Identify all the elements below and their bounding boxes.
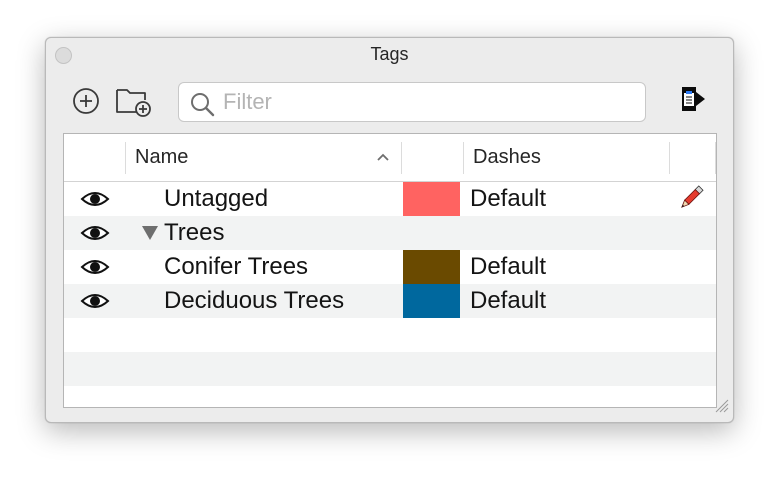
column-separator (669, 142, 670, 174)
column-header-dashes[interactable]: Dashes (473, 146, 541, 169)
tag-name: Conifer Trees (164, 253, 309, 280)
filter-input[interactable] (223, 87, 623, 117)
window-title: Tags (370, 44, 409, 64)
tag-name: Trees (164, 219, 225, 246)
column-separator (401, 142, 402, 174)
filter-search-field[interactable] (178, 82, 646, 122)
eye-icon[interactable] (80, 188, 110, 215)
dashes-value[interactable]: Default (470, 185, 546, 213)
add-folder-button[interactable] (114, 87, 154, 119)
empty-row (64, 318, 716, 352)
color-swatch[interactable] (403, 284, 460, 318)
column-separator (463, 142, 464, 174)
column-separator (125, 142, 126, 174)
table-row[interactable]: Untagged Default (64, 182, 716, 216)
column-header-name[interactable]: Name (135, 146, 188, 169)
eye-icon[interactable] (80, 222, 110, 249)
resize-grip-icon[interactable] (713, 397, 729, 418)
tag-name: Untagged (164, 185, 269, 212)
export-button[interactable] (676, 84, 710, 118)
table-row-group[interactable]: Trees (64, 216, 716, 250)
empty-row (64, 352, 716, 386)
folder-add-icon (115, 84, 153, 123)
search-icon (189, 91, 215, 122)
dashes-value[interactable]: Default (470, 287, 546, 315)
pencil-icon[interactable] (676, 183, 706, 218)
color-swatch[interactable] (403, 182, 460, 216)
eye-icon[interactable] (80, 290, 110, 317)
sort-ascending-icon (376, 149, 390, 167)
table-header: Name Dashes (64, 134, 716, 182)
export-arrow-icon (678, 84, 708, 119)
add-circle-icon (72, 87, 100, 120)
color-swatch[interactable] (403, 250, 460, 284)
tags-window: Tags Filter Name Dashes Untagged Default… (45, 37, 734, 423)
dashes-value[interactable]: Default (470, 253, 546, 281)
empty-row (64, 386, 716, 407)
add-tag-button[interactable] (70, 87, 102, 119)
column-separator (715, 142, 716, 174)
disclosure-triangle-icon[interactable] (142, 226, 158, 245)
tag-name: Deciduous Trees (164, 287, 345, 314)
tags-table[interactable]: Name Dashes Untagged Default Trees Conif… (63, 133, 717, 408)
eye-icon[interactable] (80, 256, 110, 283)
table-row[interactable]: Deciduous Trees Default (64, 284, 716, 318)
table-row[interactable]: Conifer Trees Default (64, 250, 716, 284)
